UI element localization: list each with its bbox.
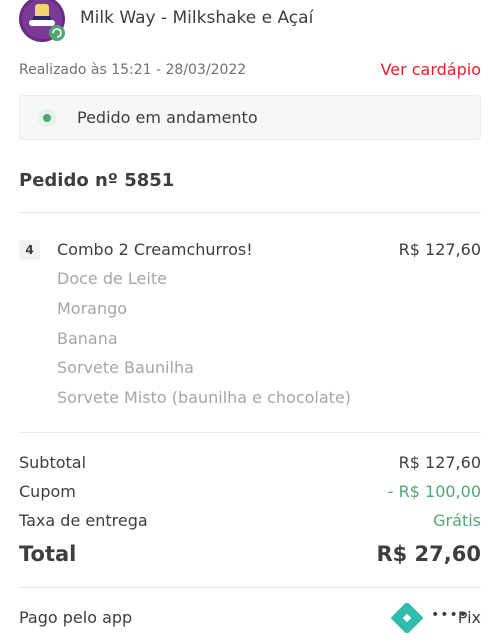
payment-method: Pix xyxy=(457,608,481,627)
coupon-value: - R$ 100,00 xyxy=(387,482,481,501)
item-name: Combo 2 Creamchurros! xyxy=(57,240,253,259)
restaurant-logo xyxy=(19,0,65,42)
item-option: Sorvete Baunilha xyxy=(57,358,194,377)
item-option: Sorvete Misto (baunilha e chocolate) xyxy=(57,388,352,407)
divider xyxy=(19,212,481,213)
restaurant-name[interactable]: Milk Way - Milkshake e Açaí xyxy=(80,8,313,28)
total-label: Total xyxy=(19,542,77,566)
item-option: Morango xyxy=(57,299,128,318)
item-option: Banana xyxy=(57,329,118,348)
pix-icon xyxy=(390,601,424,635)
coupon-label: Cupom xyxy=(19,482,76,501)
order-status-text: Pedido em andamento xyxy=(77,108,258,127)
item-price: R$ 127,60 xyxy=(398,240,481,259)
view-menu-link[interactable]: Ver cardápio xyxy=(381,60,481,79)
subtotal-value: R$ 127,60 xyxy=(398,453,481,472)
order-number: Pedido nº 5851 xyxy=(19,170,175,191)
divider xyxy=(19,432,481,433)
total-value: R$ 27,60 xyxy=(376,542,481,566)
delivery-fee-value: Grátis xyxy=(433,511,481,530)
order-timestamp: Realizado às 15:21 - 28/03/2022 xyxy=(19,62,247,78)
item-option: Doce de Leite xyxy=(57,269,167,288)
subtotal-label: Subtotal xyxy=(19,453,87,472)
delivery-fee-label: Taxa de entrega xyxy=(19,511,148,530)
divider xyxy=(19,587,481,588)
item-quantity-badge: 4 xyxy=(19,240,40,260)
status-indicator-dot xyxy=(43,114,51,122)
order-status-card: Pedido em andamento xyxy=(19,95,481,140)
payment-label: Pago pelo app xyxy=(19,608,133,627)
